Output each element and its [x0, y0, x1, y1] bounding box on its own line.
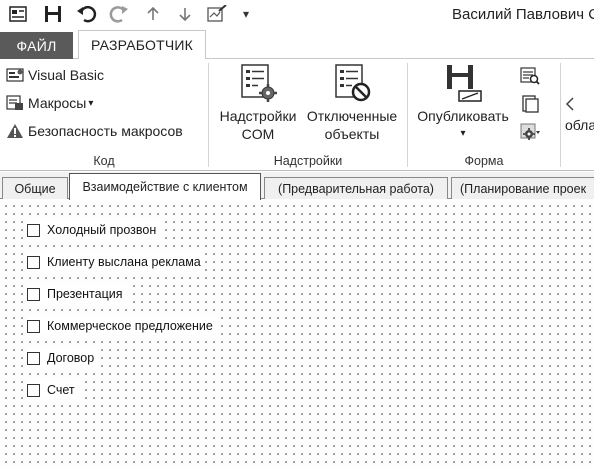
tab-developer[interactable]: РАЗРАБОТЧИК: [78, 30, 206, 60]
group-label-form: Форма: [464, 154, 504, 168]
view-code-icon[interactable]: [520, 95, 540, 113]
form-design-surface[interactable]: Холодный прозвон Клиенту выслана реклама…: [0, 199, 594, 467]
publish-button[interactable]: Опубликовать ▾: [412, 63, 514, 143]
visual-basic-button[interactable]: Visual Basic: [6, 67, 104, 83]
arrow-down-icon[interactable]: [175, 4, 195, 24]
user-name[interactable]: Василий Павлович С: [452, 6, 594, 23]
macro-security-label: Безопасность макросов: [28, 123, 183, 139]
publish-label: Опубликовать: [417, 108, 509, 124]
undo-icon[interactable]: [77, 4, 97, 24]
macros-icon: [6, 95, 24, 111]
publish-dropdown-arrow: ▾: [460, 128, 466, 139]
properties-icon[interactable]: [520, 123, 540, 141]
form-tab-client-interaction[interactable]: Взаимодействие с клиентом: [69, 173, 261, 200]
clipped-label[interactable]: обла: [565, 117, 594, 133]
arrow-up-icon[interactable]: [143, 4, 163, 24]
com-addins-button[interactable]: Надстройки COM: [215, 63, 301, 143]
checkbox-row[interactable]: Договор: [27, 349, 99, 367]
customize-qat-icon[interactable]: ▾: [236, 4, 256, 24]
com-addins-icon: [241, 64, 277, 102]
checkbox-row[interactable]: Коммерческое предложение: [27, 317, 217, 335]
tab-file[interactable]: ФАЙЛ: [0, 32, 73, 59]
disabled-items-label-2: объекты: [324, 126, 380, 142]
group-label-code: Код: [93, 154, 115, 168]
checkbox-label: Клиенту выслана реклама: [47, 255, 201, 269]
ribbon: Visual Basic Макросы ▾ Безопасность макр…: [0, 59, 594, 171]
ribbon-tabs: ФАЙЛ РАЗРАБОТЧИК: [0, 30, 594, 60]
visual-basic-icon: [6, 67, 24, 83]
checkbox-row[interactable]: Клиенту выслана реклама: [27, 253, 205, 271]
macros-button[interactable]: Макросы ▾: [6, 95, 93, 111]
field-chooser-icon[interactable]: [520, 67, 540, 85]
form-page-tabs: Общие Взаимодействие с клиентом (Предвар…: [0, 172, 594, 200]
checkbox-row[interactable]: Презентация: [27, 285, 127, 303]
macros-label: Макросы: [28, 95, 87, 111]
com-addins-label-2: COM: [241, 126, 275, 142]
group-label-addins: Надстройки: [273, 154, 343, 168]
form-tab-project-planning[interactable]: (Планирование проек: [451, 177, 594, 199]
redo-icon[interactable]: [109, 4, 129, 24]
checkbox-row[interactable]: Холодный прозвон: [27, 221, 161, 239]
group-addins: Надстройки COM Отключенные объекты Надст…: [209, 59, 407, 171]
checkbox[interactable]: [27, 383, 40, 397]
checkbox-label: Коммерческое предложение: [47, 319, 213, 333]
checkbox[interactable]: [27, 319, 40, 333]
group-clipped: обла: [561, 59, 594, 171]
checkbox[interactable]: [27, 287, 40, 301]
disabled-items-button[interactable]: Отключенные объекты: [301, 63, 403, 143]
form-tab-general[interactable]: Общие: [2, 177, 68, 199]
disabled-items-icon: [335, 64, 371, 102]
checkbox-label: Презентация: [47, 287, 123, 301]
form-tab-preliminary-work[interactable]: (Предварительная работа): [264, 177, 448, 199]
design-form-icon[interactable]: [207, 4, 227, 24]
publish-icon: [447, 65, 482, 102]
checkbox[interactable]: [27, 351, 40, 365]
visual-basic-label: Visual Basic: [28, 67, 105, 83]
group-form: Опубликовать ▾ Форма: [408, 59, 560, 171]
checkbox-row[interactable]: Счет: [27, 381, 79, 399]
com-addins-label-1: Надстройки: [219, 108, 297, 124]
checkbox-label: Счет: [47, 383, 75, 397]
macros-dropdown-arrow: ▾: [88, 97, 94, 109]
form-icon[interactable]: [8, 4, 28, 24]
checkbox[interactable]: [27, 255, 40, 269]
clipped-icon: [565, 97, 574, 111]
macro-security-button[interactable]: Безопасность макросов: [6, 123, 183, 139]
disabled-items-label-1: Отключенные: [306, 108, 398, 124]
quick-access-toolbar: ▾ Василий Павлович С: [0, 0, 594, 30]
group-code: Visual Basic Макросы ▾ Безопасность макр…: [0, 59, 208, 171]
save-icon[interactable]: [43, 4, 63, 24]
checkbox[interactable]: [27, 223, 40, 237]
checkbox-label: Холодный прозвон: [47, 223, 157, 237]
warning-icon: [6, 123, 24, 139]
checkbox-label: Договор: [47, 351, 95, 365]
